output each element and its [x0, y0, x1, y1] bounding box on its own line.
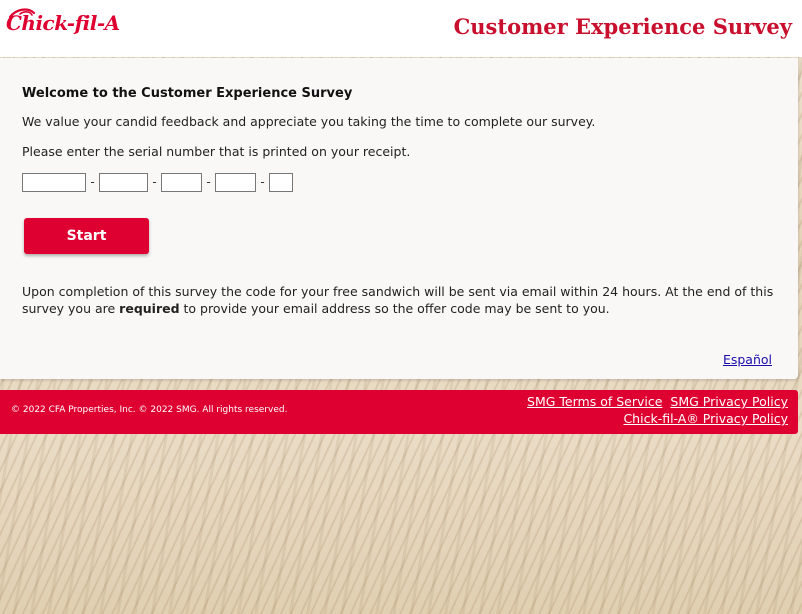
smg-terms-link[interactable]: SMG Terms of Service	[527, 394, 662, 409]
separator-dash: -	[206, 175, 211, 189]
completion-notice: Upon completion of this survey the code …	[22, 283, 782, 317]
footer: © 2022 CFA Properties, Inc. © 2022 SMG. …	[0, 390, 798, 434]
serial-field-1[interactable]	[22, 172, 86, 192]
notice-text-part2: to provide your email address so the off…	[179, 301, 610, 316]
survey-card: Welcome to the Customer Experience Surve…	[0, 58, 798, 379]
serial-field-3[interactable]	[161, 172, 202, 192]
serial-prompt: Please enter the serial number that is p…	[22, 144, 411, 159]
separator-dash: -	[152, 175, 157, 189]
intro-text: We value your candid feedback and apprec…	[22, 114, 596, 129]
copyright-text: © 2022 CFA Properties, Inc. © 2022 SMG. …	[11, 405, 288, 415]
header: Chick-fil-A Customer Experience Survey	[0, 0, 802, 57]
language-espanol-link[interactable]: Español	[723, 352, 772, 367]
smg-privacy-link[interactable]: SMG Privacy Policy	[670, 394, 788, 409]
separator-dash: -	[90, 175, 95, 189]
chick-fil-a-logo[interactable]: Chick-fil-A	[4, 5, 120, 47]
page-title: Customer Experience Survey	[453, 14, 792, 39]
notice-required-text: required	[119, 301, 180, 316]
cfa-privacy-link[interactable]: Chick-fil-A® Privacy Policy	[623, 411, 788, 426]
serial-field-2[interactable]	[99, 172, 148, 192]
welcome-heading: Welcome to the Customer Experience Surve…	[22, 86, 353, 101]
separator-dash: -	[260, 175, 265, 189]
serial-field-5[interactable]	[269, 172, 293, 192]
serial-number-inputs: - - - -	[22, 172, 293, 192]
footer-links: SMG Terms of Service SMG Privacy Policy C…	[527, 393, 788, 427]
logo-text: Chick-fil-A	[6, 11, 120, 35]
serial-field-4[interactable]	[215, 172, 256, 192]
start-button[interactable]: Start	[24, 218, 149, 254]
